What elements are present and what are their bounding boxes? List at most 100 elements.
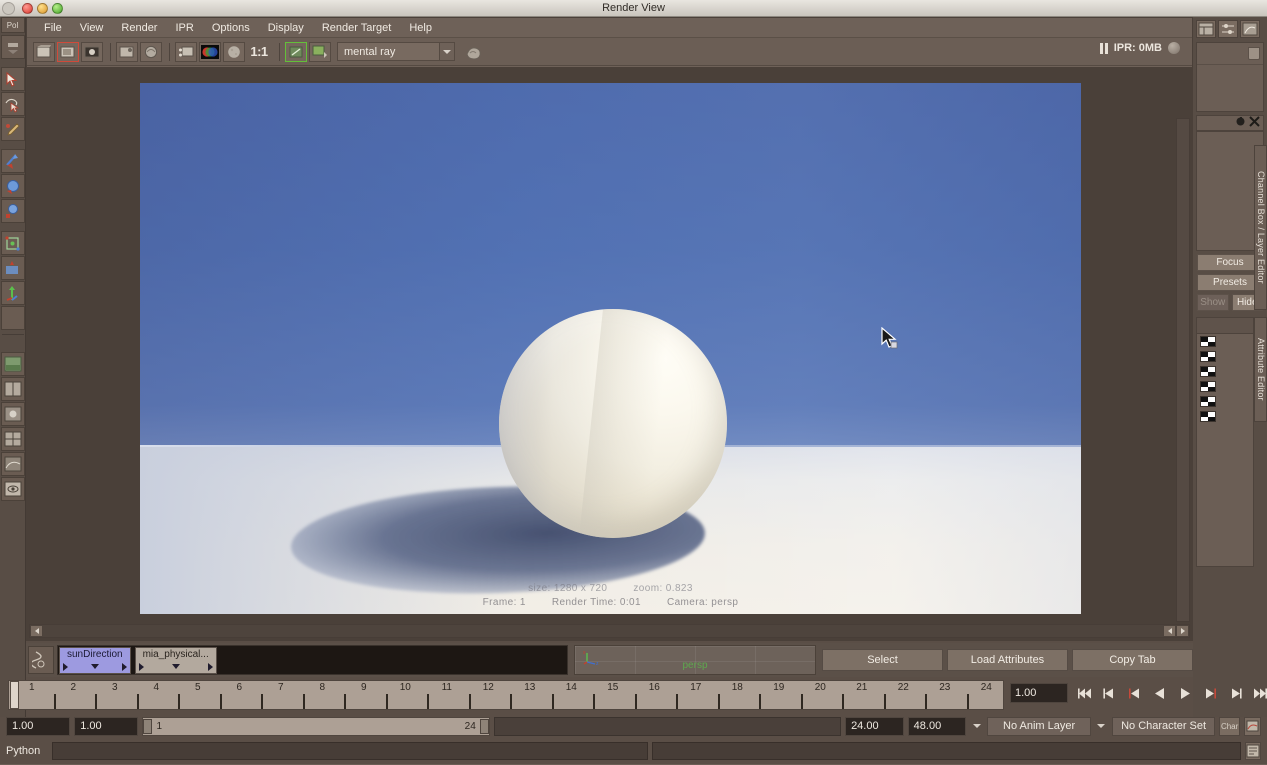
layer-visibility-icon[interactable] [1200,396,1216,407]
range-slider-right-handle[interactable] [479,718,489,734]
scale-ratio-label[interactable]: 1:1 [247,44,271,59]
step-back-frame-button[interactable] [1099,683,1121,703]
menu-view[interactable]: View [71,20,113,36]
redo-previous-render-icon[interactable] [57,41,79,62]
step-forward-key-button[interactable] [1199,683,1221,703]
layer-editor-tabs[interactable] [1197,318,1253,334]
menu-render-target[interactable]: Render Target [313,20,401,36]
layer-visibility-icon[interactable] [1200,366,1216,377]
load-attributes-button[interactable]: Load Attributes [947,649,1068,671]
scroll-left-icon[interactable] [30,625,43,637]
animation-helix-icon[interactable] [28,646,54,674]
layer-visibility-icon[interactable] [1200,381,1216,392]
scroll-right-icon[interactable] [1176,625,1189,637]
tab-next-icon[interactable] [207,662,213,671]
anim-layer-chevron-icon[interactable] [970,717,983,736]
scroll-left-end-icon[interactable] [1163,625,1176,637]
script-editor-icon[interactable] [1245,742,1261,760]
animation-preferences-icon[interactable] [1244,716,1262,736]
menu-display[interactable]: Display [259,20,313,36]
layer-row[interactable] [1197,334,1253,349]
layer-visibility-icon[interactable] [1200,411,1216,422]
channel-box-vertical-tab[interactable]: Channel Box / Layer Editor [1254,145,1267,310]
range-start-field[interactable]: 1.00 [74,716,139,736]
menu-options[interactable]: Options [203,20,259,36]
layer-visibility-icon[interactable] [1200,351,1216,362]
render-region-icon[interactable] [81,41,103,62]
pin-icon[interactable] [1235,116,1246,130]
tab-menu-icon[interactable] [90,664,99,670]
play-backwards-button[interactable] [1149,683,1171,703]
range-slider[interactable]: 1 24 [142,716,490,736]
close-panel-icon[interactable] [1249,116,1260,130]
attribute-tab-track[interactable]: sunDirection mia_physical... [57,645,568,675]
step-back-key-button[interactable] [1124,683,1146,703]
renderer-dropdown[interactable]: mental ray [337,42,455,61]
quick-layout-outliner-icon[interactable] [0,377,25,401]
render-current-frame-icon[interactable] [33,41,55,62]
menu-help[interactable]: Help [400,20,441,36]
command-output[interactable] [652,742,1241,760]
tool-settings-toggle-icon[interactable] [1218,20,1238,38]
render-view-vertical-scrollbar[interactable] [1176,118,1190,622]
lasso-tool-icon[interactable] [0,92,25,116]
range-end-field[interactable]: 24.00 [845,716,904,736]
character-set-dropdown[interactable]: No Character Set [1111,716,1216,736]
character-set-chevron-icon[interactable] [1095,717,1108,736]
time-slider-cursor[interactable] [10,681,19,709]
menu-ipr[interactable]: IPR [166,20,202,36]
current-time-field[interactable]: 1.00 [1010,683,1068,703]
alpha-channel-icon[interactable] [223,41,245,62]
channel-box-toggle-icon[interactable] [1240,20,1260,38]
quick-layout-graph-editor-icon[interactable] [0,452,25,476]
command-language-label[interactable]: Python [6,745,48,757]
select-tool-icon[interactable] [0,67,25,91]
layer-row[interactable] [1197,349,1253,364]
time-slider[interactable]: 1 2 3 4 5 6 7 8 9 10 11 12 13 14 15 16 17 18 19 20 21 22 23 24 [8,680,1004,710]
layer-row[interactable] [1197,394,1253,409]
toolbox-shelf-preview[interactable] [0,35,25,59]
ipr-options-icon[interactable] [175,41,197,62]
attribute-editor-toggle-icon[interactable] [1196,20,1216,38]
go-to-end-button[interactable] [1249,683,1267,703]
layer-row[interactable] [1197,379,1253,394]
ipr-render-icon[interactable] [116,41,138,62]
character-extra-label[interactable]: Char [1219,716,1241,736]
scroll-track[interactable] [43,625,1163,637]
paint-select-tool-icon[interactable] [0,117,25,141]
universal-manipulator-icon[interactable] [0,231,25,255]
show-manipulator-tool-icon[interactable] [0,281,25,305]
anim-end-field[interactable]: 48.00 [907,716,967,736]
attribute-tab-sundirection[interactable]: sunDirection [59,647,131,674]
quick-layout-hypershade-icon[interactable] [0,402,25,426]
rendered-image[interactable]: size: 1280 x 720 zoom: 0.823 Frame: 1 Re… [140,83,1081,614]
display-real-size-icon[interactable] [285,41,307,62]
step-forward-frame-button[interactable] [1224,683,1246,703]
anim-layer-dropdown[interactable]: No Anim Layer [987,716,1091,736]
layer-row[interactable] [1197,409,1253,424]
trash-icon[interactable] [1248,47,1260,60]
move-tool-icon[interactable] [0,149,25,173]
quick-layout-four-view-icon[interactable] [0,427,25,451]
quick-layout-visor-icon[interactable] [0,477,25,501]
toolbox-shelf-label[interactable]: Pol [0,17,25,33]
attribute-editor-vertical-tab[interactable]: Attribute Editor [1254,317,1267,422]
scale-tool-icon[interactable] [0,199,25,223]
tab-play-icon[interactable] [63,662,68,671]
select-button[interactable]: Select [822,649,943,671]
menu-file[interactable]: File [35,20,71,36]
render-canvas-area[interactable]: size: 1280 x 720 zoom: 0.823 Frame: 1 Re… [27,67,1192,640]
tab-next-icon[interactable] [121,662,127,671]
soft-modification-tool-icon[interactable] [0,256,25,280]
tab-menu-icon[interactable] [171,664,180,670]
attribute-tab-mia-physical[interactable]: mia_physical... [134,647,217,674]
layer-visibility-icon[interactable] [1200,336,1216,347]
play-forwards-button[interactable] [1174,683,1196,703]
chevron-down-icon[interactable] [439,43,454,60]
rotate-tool-icon[interactable] [0,174,25,198]
anim-start-field[interactable]: 1.00 [6,716,71,736]
rgb-channel-icon[interactable] [199,41,221,62]
pause-icon[interactable] [1099,42,1108,54]
menu-render[interactable]: Render [112,20,166,36]
tab-play-icon[interactable] [138,662,144,671]
